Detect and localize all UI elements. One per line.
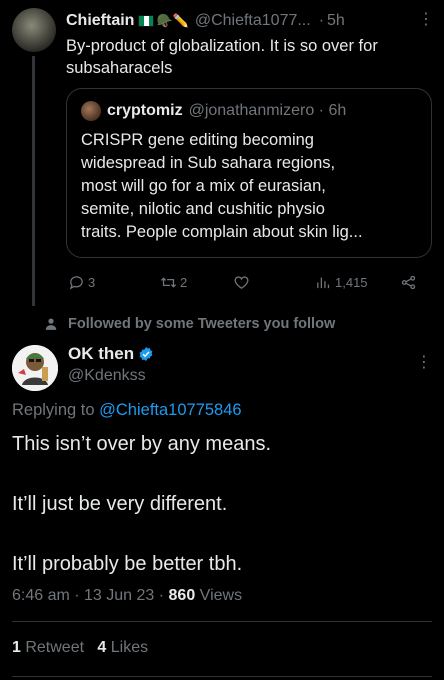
thread-connector	[32, 56, 35, 306]
retweet-total: 1	[12, 639, 21, 656]
quoted-tweet-text: CRISPR gene editing becoming widespread …	[81, 129, 421, 244]
parent-handle[interactable]: @Chiefta1077...	[195, 12, 311, 30]
quoted-header: cryptomiz @jonathanmizero · 6h	[81, 101, 346, 121]
parent-more-icon[interactable]: ⋮	[418, 9, 434, 29]
separator-dot: ·	[318, 12, 325, 29]
social-context-text: Followed by some Tweeters you follow	[68, 316, 336, 332]
name-emoji: 🪖✏️	[156, 13, 189, 28]
quoted-handle-time: @jonathanmizero · 6h	[188, 102, 347, 119]
parent-tweet-text: By-product of globalization. It is so ov…	[66, 37, 378, 77]
quoted-line: traits. People complain about skin lig..…	[81, 223, 363, 241]
author-name: OK then	[68, 344, 135, 363]
quoted-line: CRISPR gene editing becoming	[81, 131, 314, 149]
quoted-line: most will go for a mix of eurasian,	[81, 177, 326, 195]
avatar-illustration	[12, 345, 58, 391]
quoted-display-name: cryptomiz	[107, 102, 183, 119]
quoted-avatar	[81, 101, 101, 121]
author-handle[interactable]: @Kdenkss	[68, 367, 146, 385]
tweet-text-line: This isn’t over by any means.	[12, 433, 271, 455]
tweet-more-icon[interactable]: ⋮	[416, 352, 432, 372]
quoted-tweet[interactable]: cryptomiz @jonathanmizero · 6h CRISPR ge…	[66, 88, 432, 258]
parent-avatar[interactable]	[12, 8, 56, 52]
replying-handle-link[interactable]: @Chiefta10775846	[99, 401, 241, 419]
retweet-icon	[160, 277, 177, 288]
replying-to: Replying to @Chiefta10775846	[12, 401, 242, 420]
replying-prefix: Replying to	[12, 401, 100, 419]
like-button[interactable]	[233, 274, 253, 291]
views-icon	[317, 277, 330, 289]
person-icon	[45, 318, 57, 330]
tweet-timestamp[interactable]: 6:46 am · 13 Jun 23 ·	[12, 587, 169, 604]
views-total: 860	[168, 587, 196, 604]
views-label: Views	[195, 587, 243, 604]
parent-timestamp[interactable]: 5h	[327, 12, 345, 30]
social-context: Followed by some Tweeters you follow	[44, 316, 335, 332]
nigeria-flag-icon	[138, 15, 155, 27]
retweet-label: Retweet	[20, 639, 85, 656]
parent-display-name[interactable]: Chieftain	[66, 12, 134, 30]
reply-icon	[69, 276, 83, 290]
verified-icon	[139, 347, 153, 361]
author-display-name[interactable]: OK then	[68, 344, 154, 364]
author-avatar[interactable]	[12, 345, 58, 391]
likes-stat[interactable]: 4 Likes	[97, 639, 148, 656]
tweet-text-line: It’ll probably be better tbh.	[12, 553, 243, 575]
share-button[interactable]	[400, 274, 417, 291]
like-icon	[234, 276, 249, 289]
share-icon	[401, 275, 416, 290]
reply-count: 3	[88, 275, 96, 290]
tweet-meta: 6:46 am · 13 Jun 23 · 860 Views	[12, 587, 242, 605]
divider	[12, 676, 432, 677]
parent-action-bar: 3 2 1,415	[66, 274, 432, 298]
divider	[12, 621, 432, 622]
retweets-stat[interactable]: 1 Retweet	[12, 639, 84, 656]
like-total: 4	[97, 639, 107, 656]
retweet-button[interactable]: 2	[160, 274, 187, 291]
quoted-line: widespread in Sub sahara regions,	[81, 154, 336, 172]
tweet-text-line: It’ll just be very different.	[12, 493, 228, 515]
parent-header: Chieftain 🪖✏️ @Chiefta1077... · 5h	[66, 10, 432, 32]
quoted-line: semite, nilotic and cushitic physio	[81, 200, 325, 218]
engagement-stats: 1 Retweet 4 Likes	[12, 639, 148, 657]
views-count: 1,415	[335, 275, 368, 290]
like-label: Likes	[106, 639, 149, 656]
reply-button[interactable]: 3	[68, 274, 95, 291]
retweet-count: 2	[180, 275, 188, 290]
views-button[interactable]: 1,415	[315, 274, 368, 291]
